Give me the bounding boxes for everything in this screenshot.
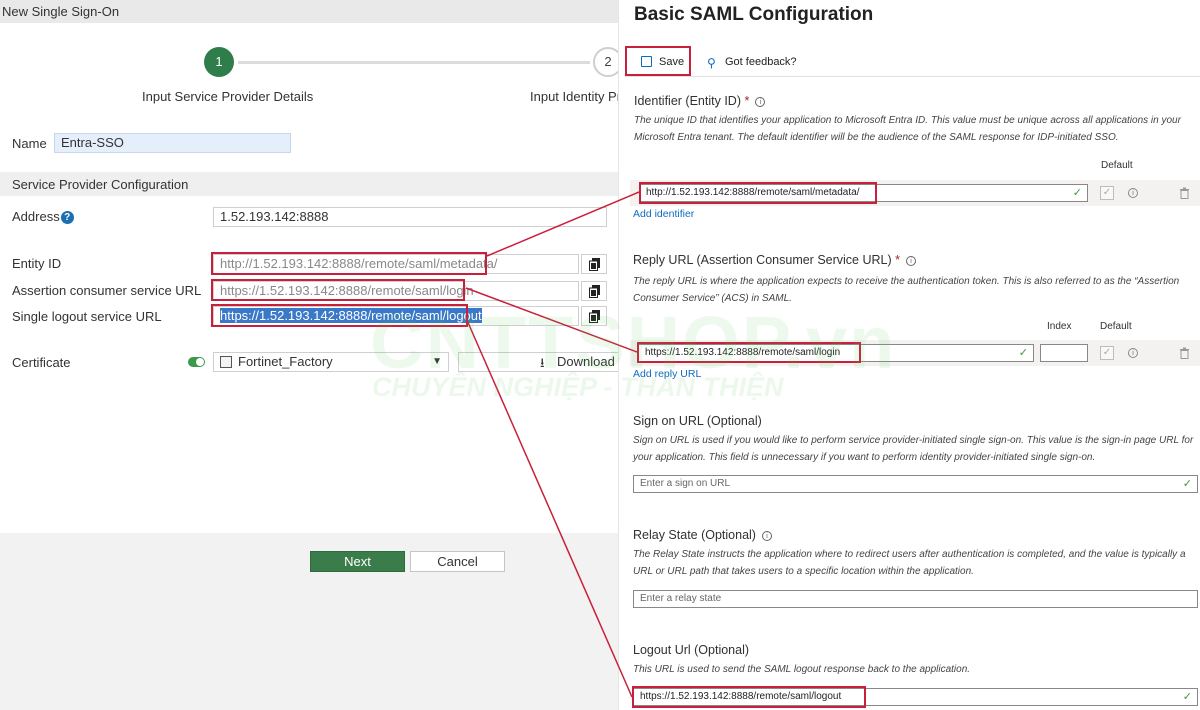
reply-index-input[interactable] [1040, 344, 1088, 362]
copy-icon [589, 285, 600, 298]
annotation-box-logout [632, 686, 866, 708]
signon-heading: Sign on URL (Optional) [633, 414, 762, 428]
reply-index-header: Index [1047, 321, 1072, 332]
delete-icon[interactable] [1179, 187, 1190, 199]
signon-placeholder: Enter a sign on URL [640, 478, 731, 489]
acs-label: Assertion consumer service URL [12, 283, 202, 298]
reply-heading-text: Reply URL (Assertion Consumer Service UR… [633, 253, 892, 267]
signon-description: Sign on URL is used if you would like to… [633, 435, 1194, 463]
info-icon[interactable]: i [906, 255, 917, 266]
feedback-icon: ⚲ [707, 56, 716, 70]
identifier-description: The unique ID that identifies your appli… [634, 115, 1181, 143]
annotation-box-acs [211, 279, 465, 301]
address-label-text: Address [12, 209, 60, 224]
add-reply-url-link[interactable]: Add reply URL [633, 368, 701, 380]
signon-url-input[interactable]: Enter a sign on URL ✓ [633, 475, 1198, 493]
chevron-down-icon: ▼ [432, 356, 442, 367]
relay-heading-text: Relay State (Optional) [633, 528, 756, 542]
help-icon[interactable]: ? [60, 211, 74, 224]
info-icon[interactable]: i [1128, 348, 1138, 358]
fortigate-sso-wizard: New Single Sign-On 1 2 Input Service Pro… [0, 0, 618, 710]
cancel-button[interactable]: Cancel [410, 551, 505, 572]
info-icon[interactable]: i [1128, 188, 1138, 198]
reply-description: The reply URL is where the application e… [633, 276, 1180, 304]
relay-description: The Relay State instructs the applicatio… [633, 549, 1186, 577]
relay-heading: Relay State (Optional) i [633, 528, 772, 542]
copy-entity-id-button[interactable] [581, 254, 607, 274]
step-1-label: Input Service Provider Details [142, 89, 314, 104]
copy-acs-button[interactable] [581, 281, 607, 301]
info-icon[interactable]: i [755, 96, 766, 107]
relay-state-input[interactable]: Enter a relay state [633, 590, 1198, 608]
toggle-knob [196, 358, 204, 366]
download-button[interactable]: ⭳ Download [458, 352, 618, 372]
certificate-icon [220, 356, 232, 368]
required-mark: * [895, 253, 901, 267]
required-mark: * [744, 94, 750, 108]
certificate-select[interactable]: Fortinet_Factory ▼ [213, 352, 449, 372]
reply-default-header: Default [1100, 321, 1132, 332]
info-icon[interactable]: i [761, 530, 772, 541]
section-title: Service Provider Configuration [12, 177, 189, 192]
delete-icon[interactable] [1179, 347, 1190, 359]
wizard-footer [0, 533, 618, 710]
logout-heading: Logout Url (Optional) [633, 643, 750, 657]
step-1-indicator: 1 [204, 47, 234, 77]
identifier-heading-text: Identifier (Entity ID) [634, 94, 741, 108]
step-progress-line [238, 61, 590, 64]
copy-icon [589, 310, 600, 323]
address-field[interactable]: 1.52.193.142:8888 [213, 207, 607, 227]
valid-check-icon: ✓ [1182, 478, 1192, 490]
name-label: Name [12, 136, 47, 151]
slo-label: Single logout service URL [12, 309, 162, 324]
next-button[interactable]: Next [310, 551, 405, 572]
toolbar-divider [625, 76, 1200, 77]
certificate-toggle[interactable] [188, 357, 205, 367]
annotation-box-identifier [639, 182, 877, 204]
window-title: New Single Sign-On [0, 0, 618, 23]
download-icon: ⭳ [540, 355, 545, 370]
reply-heading: Reply URL (Assertion Consumer Service UR… [633, 253, 917, 267]
annotation-box-slo [211, 304, 468, 327]
valid-check-icon: ✓ [1018, 347, 1028, 359]
copy-slo-button[interactable] [581, 306, 607, 326]
name-field[interactable]: Entra-SSO [54, 133, 291, 153]
certificate-label: Certificate [12, 355, 71, 370]
annotation-box-reply [637, 342, 861, 363]
download-label: Download [557, 354, 615, 369]
valid-check-icon: ✓ [1072, 187, 1082, 199]
reply-default-checkbox[interactable]: ✓ [1100, 346, 1114, 360]
copy-icon [589, 258, 600, 271]
entity-id-label: Entity ID [12, 256, 62, 271]
identifier-default-checkbox[interactable]: ✓ [1100, 186, 1114, 200]
panel-title: Basic SAML Configuration [634, 4, 874, 25]
certificate-value: Fortinet_Factory [238, 354, 333, 369]
valid-check-icon: ✓ [1182, 691, 1192, 703]
step-2-label: Input Identity Pro [530, 89, 618, 104]
identifier-default-header: Default [1101, 160, 1133, 171]
relay-placeholder: Enter a relay state [640, 593, 722, 604]
annotation-box-save [625, 46, 691, 76]
annotation-box-entity-id [211, 252, 487, 275]
step-2-indicator: 2 [593, 47, 618, 77]
add-identifier-link[interactable]: Add identifier [633, 208, 694, 220]
feedback-label: Got feedback? [725, 56, 797, 68]
address-label: Address? [12, 209, 74, 224]
logout-description: This URL is used to send the SAML logout… [633, 664, 971, 675]
identifier-heading: Identifier (Entity ID) * i [634, 94, 766, 108]
